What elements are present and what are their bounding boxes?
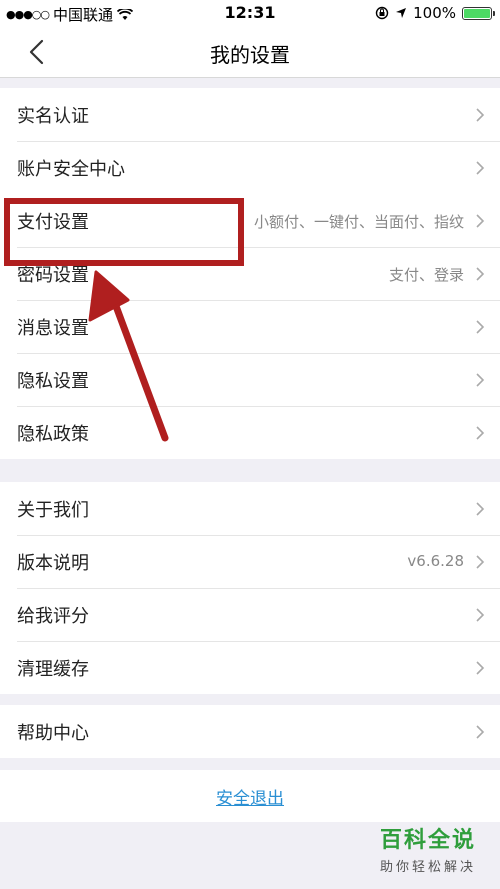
- chevron-right-icon: [476, 373, 485, 387]
- settings-row[interactable]: 给我评分: [0, 588, 500, 641]
- settings-row-label: 版本说明: [17, 553, 89, 574]
- settings-row-value: 支付、登录: [388, 266, 464, 284]
- settings-row[interactable]: 帮助中心: [0, 705, 500, 758]
- chevron-right-icon: [476, 267, 485, 281]
- settings-row[interactable]: 关于我们: [0, 482, 500, 535]
- logout-button[interactable]: 安全退出: [0, 770, 500, 822]
- settings-row[interactable]: 消息设置: [0, 300, 500, 353]
- chevron-right-icon: [476, 161, 485, 175]
- settings-row-label: 消息设置: [17, 318, 89, 339]
- watermark-main: 百科全说: [379, 828, 476, 853]
- rotation-lock-icon: [375, 6, 389, 20]
- settings-row[interactable]: 隐私政策: [0, 406, 500, 459]
- settings-row[interactable]: 账户安全中心: [0, 141, 500, 194]
- status-bar: ●●●○○ 中国联通 12:31 100%: [0, 0, 500, 27]
- chevron-right-icon: [476, 661, 485, 675]
- chevron-right-icon: [476, 608, 485, 622]
- settings-row-label: 隐私政策: [17, 424, 89, 445]
- page-title: 我的设置: [210, 43, 290, 67]
- settings-row-label: 实名认证: [17, 106, 89, 127]
- settings-row-label: 帮助中心: [17, 723, 89, 744]
- chevron-right-icon: [476, 725, 485, 739]
- watermark-sub: 助你轻松解决: [379, 860, 476, 875]
- settings-row-value: v6.6.28: [407, 552, 464, 570]
- chevron-right-icon: [476, 108, 485, 122]
- settings-row-label: 隐私设置: [17, 371, 89, 392]
- location-icon: [396, 8, 407, 18]
- settings-row[interactable]: 清理缓存: [0, 641, 500, 694]
- settings-row-label: 账户安全中心: [17, 159, 125, 180]
- battery-percent: 100%: [413, 4, 456, 22]
- annotation-highlight-box: [4, 198, 244, 266]
- navigation-bar: 我的设置: [0, 27, 500, 78]
- settings-group: 帮助中心: [0, 705, 500, 758]
- battery-icon: [462, 6, 495, 20]
- logout-label: 安全退出: [216, 789, 284, 809]
- chevron-right-icon: [476, 426, 485, 440]
- chevron-right-icon: [476, 320, 485, 334]
- settings-row[interactable]: 隐私设置: [0, 353, 500, 406]
- settings-row-label: 清理缓存: [17, 659, 89, 680]
- settings-row[interactable]: 实名认证: [0, 88, 500, 141]
- settings-row-label: 关于我们: [17, 500, 89, 521]
- status-right: 100%: [375, 4, 495, 22]
- settings-group: 关于我们版本说明 v6.6.28 给我评分清理缓存: [0, 482, 500, 694]
- chevron-right-icon: [476, 555, 485, 569]
- settings-row-label: 给我评分: [17, 606, 89, 627]
- settings-row[interactable]: 版本说明 v6.6.28: [0, 535, 500, 588]
- chevron-right-icon: [476, 214, 485, 228]
- settings-row-value: 小额付、一键付、当面付、指纹: [253, 213, 464, 231]
- settings-group: 实名认证账户安全中心: [0, 88, 500, 194]
- chevron-right-icon: [476, 502, 485, 516]
- watermark-logo: 百科全说 助你轻松解决: [370, 822, 486, 875]
